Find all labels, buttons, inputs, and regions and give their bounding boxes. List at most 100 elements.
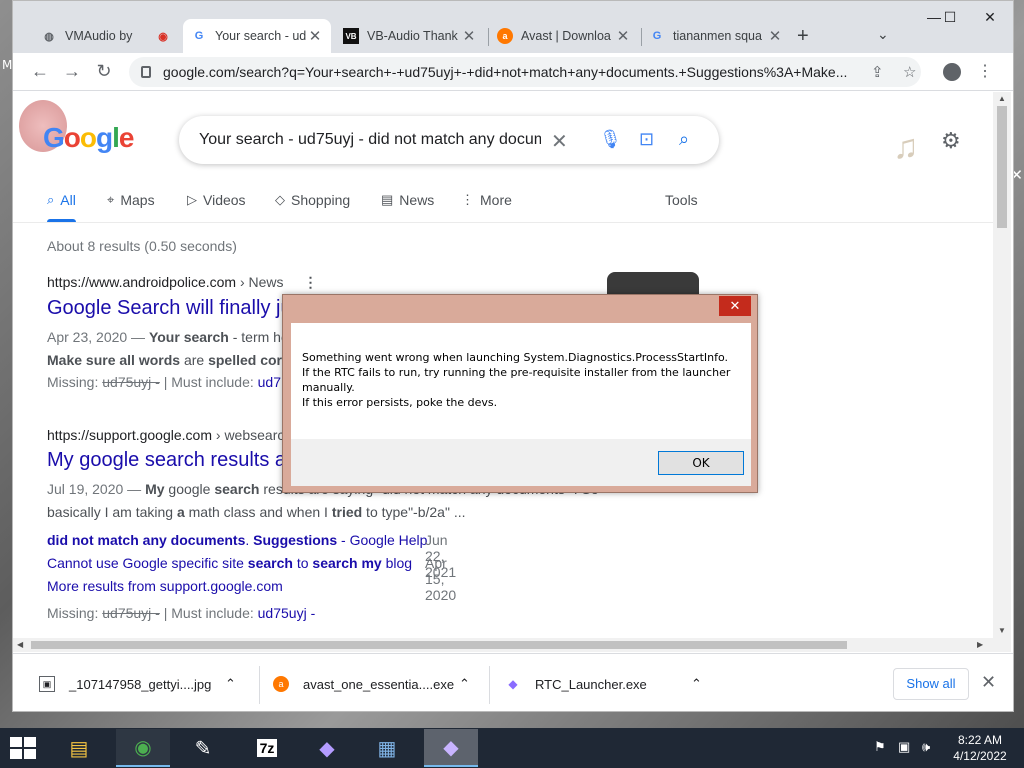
action-center-flag-icon[interactable]: ⚑	[874, 739, 886, 755]
missing-label: Missing:	[47, 374, 99, 390]
vertical-scrollbar[interactable]: ▲ ▼	[993, 92, 1011, 638]
snippet-text: basically I am taking	[47, 504, 177, 520]
must-include-label: | Must include:	[163, 374, 254, 390]
maximize-button[interactable]: ☐	[935, 9, 965, 26]
7zip-icon[interactable]: 7z	[240, 729, 294, 767]
close-shelf-icon[interactable]: ✕	[981, 672, 996, 693]
window-close-button[interactable]: ✕	[967, 1, 1013, 29]
ok-button[interactable]: OK	[658, 451, 744, 475]
tools-label: Tools	[665, 192, 698, 208]
search-box[interactable]: Your search - ud75uyj - did not match an…	[179, 116, 719, 164]
tab-shopping[interactable]: ◇ Shopping	[275, 192, 350, 208]
snippet-bold: a	[176, 504, 185, 520]
tab-title: tiananmen squa	[673, 29, 762, 43]
result-cite[interactable]: https://www.androidpolice.com › News ⋮	[47, 274, 317, 291]
tab-title: Avast | Downloa	[521, 29, 611, 43]
close-tab-icon[interactable]: ✕	[461, 27, 477, 45]
vertical-scroll-thumb[interactable]	[997, 106, 1007, 228]
url-text[interactable]: google.com/search?q=Your+search+-+ud75uy…	[163, 64, 863, 80]
rtc-launcher-icon[interactable]: ◆	[424, 729, 478, 767]
network-icon[interactable]: ▣	[898, 739, 910, 755]
tab-search-chevron-icon[interactable]: ⌄	[877, 26, 889, 43]
download-item[interactable]: a avast_one_essentia....exe	[273, 676, 454, 692]
tab-label: News	[399, 192, 435, 208]
show-all-button[interactable]: Show all	[893, 668, 969, 700]
search-icon[interactable]: ⌕	[679, 129, 689, 150]
must-include-link[interactable]: ud75uyj -	[258, 605, 316, 621]
sub-result-link[interactable]: did not match any documents. Suggestions…	[47, 532, 456, 580]
back-arrow-icon[interactable]: ←	[29, 61, 51, 82]
lock-icon	[141, 66, 151, 78]
more-results-link[interactable]: More results from support.google.com	[47, 578, 427, 601]
tab-all[interactable]: ⌕ All	[47, 192, 76, 222]
download-item[interactable]: ◆ RTC_Launcher.exe	[505, 676, 646, 692]
tab-tiananmen[interactable]: G tiananmen squa ✕	[641, 19, 791, 53]
dialog-body: Something went wrong when launching Syst…	[291, 323, 751, 486]
horizontal-scroll-thumb[interactable]	[31, 641, 847, 649]
share-icon[interactable]: ⇪	[871, 63, 884, 81]
chevron-up-icon[interactable]: ⌃	[225, 676, 236, 692]
windows-start-icon[interactable]	[10, 737, 36, 759]
scroll-left-icon[interactable]: ◀	[17, 640, 23, 649]
tab-maps[interactable]: ⌖ Maps	[107, 192, 155, 208]
microphone-icon[interactable]: 🎙	[599, 129, 622, 150]
tab-vb-audio[interactable]: VB VB-Audio Thank ✕	[335, 19, 485, 53]
scroll-down-icon[interactable]: ▼	[998, 626, 1006, 635]
chrome-icon[interactable]: ◉	[116, 729, 170, 767]
missing-term: ud75uyj -	[102, 605, 160, 621]
tab-videos[interactable]: ▷ Videos	[187, 192, 246, 208]
snippet-bold: tried	[331, 504, 363, 520]
tab-vmaudio[interactable]: ◍ VMAudio by ◉	[33, 19, 183, 53]
dialog-close-button[interactable]: ✕	[719, 296, 751, 316]
tab-news[interactable]: ▤ News	[381, 192, 434, 208]
scroll-up-icon[interactable]: ▲	[998, 94, 1006, 103]
system-clock[interactable]: 8:22 AM 4/12/2022	[944, 732, 1016, 764]
scroll-right-icon[interactable]: ▶	[977, 640, 983, 649]
forward-arrow-icon[interactable]: →	[61, 61, 83, 82]
logo-letter: G	[43, 122, 65, 153]
camera-lens-icon[interactable]: ⊡	[639, 129, 654, 150]
snippet-text: google	[164, 481, 215, 497]
more-results-text: More results from support.google.com	[47, 578, 283, 594]
volume-icon[interactable]: 🕪	[922, 739, 930, 755]
download-separator	[489, 666, 490, 704]
result-title-link[interactable]: Google Search will finally ju	[47, 297, 317, 320]
tab-google-search[interactable]: G Your search - ud ✕	[183, 19, 331, 53]
file-explorer-icon[interactable]: ▤	[52, 729, 106, 767]
tab-strip: ◍ VMAudio by ◉ G Your search - ud ✕ VB V…	[13, 1, 1013, 53]
reload-icon[interactable]: ↻	[93, 61, 115, 82]
result-options-icon[interactable]: ⋮	[303, 274, 317, 290]
download-filename: avast_one_essentia....exe	[303, 676, 455, 692]
tools-button[interactable]: Tools	[665, 192, 698, 208]
profile-avatar[interactable]	[943, 63, 961, 81]
must-include-link[interactable]: ud7	[258, 374, 281, 390]
tab-avast[interactable]: a Avast | Downloa ✕	[489, 19, 639, 53]
chevron-up-icon[interactable]: ⌃	[691, 676, 702, 692]
clear-search-icon[interactable]: ✕	[551, 129, 568, 154]
tab-more[interactable]: ⋮ More	[461, 192, 512, 208]
link-bold: Suggestions	[253, 532, 338, 548]
google-g-icon: G	[652, 30, 662, 42]
snippet-text: math class and when I	[184, 504, 332, 520]
close-tab-icon[interactable]: ✕	[615, 27, 631, 45]
sub-result-date: Apr 15, 2020	[425, 555, 457, 603]
horizontal-scrollbar[interactable]: ◀ ▶	[13, 638, 1011, 652]
chevron-up-icon[interactable]: ⌃	[459, 676, 470, 692]
download-item[interactable]: ▣ _107147958_gettyi....jpg	[39, 676, 211, 692]
sub-result-link[interactable]: Cannot use Google specific site search t…	[47, 555, 456, 603]
notepad-icon[interactable]: ✎	[176, 729, 230, 767]
error-line: Something went wrong when launching Syst…	[302, 351, 729, 364]
bookmark-star-icon[interactable]: ☆	[903, 63, 916, 81]
new-tab-button[interactable]: +	[797, 25, 809, 48]
close-tab-icon[interactable]: ✕	[767, 27, 783, 45]
gear-icon[interactable]: ⚙	[941, 128, 961, 154]
search-input[interactable]: Your search - ud75uyj - did not match an…	[199, 131, 541, 149]
google-doodle-logo[interactable]: Google	[43, 122, 135, 154]
address-bar[interactable]: google.com/search?q=Your+search+-+ud75uy…	[129, 57, 921, 87]
diamond-app-icon[interactable]: ◆	[300, 729, 354, 767]
close-tab-icon[interactable]: ✕	[307, 27, 323, 45]
download-separator	[259, 666, 260, 704]
chrome-menu-icon[interactable]: ⋮	[977, 61, 993, 81]
control-panel-icon[interactable]: ▦	[360, 729, 414, 767]
logo-letter: e	[118, 122, 135, 153]
